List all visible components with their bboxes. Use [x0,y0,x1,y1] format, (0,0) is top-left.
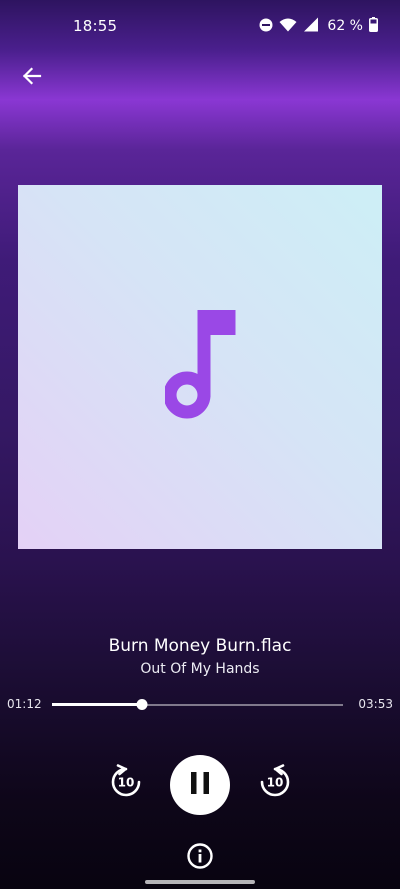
wifi-icon [279,17,297,36]
forward-10-button[interactable]: 10 [253,762,297,806]
rewind-10-button[interactable]: 10 [104,762,148,806]
battery-icon [369,16,378,36]
info-button[interactable] [185,843,215,873]
do-not-disturb-icon [259,17,273,36]
back-button[interactable] [16,62,48,94]
music-note-icon [157,309,243,426]
pause-button[interactable] [170,755,230,815]
rewind-seconds-label: 10 [118,776,135,790]
info-icon [186,842,214,874]
home-indicator [145,880,255,884]
replay-10-icon: 10 [106,762,146,806]
arrow-back-icon [22,66,42,90]
status-time: 18:55 [73,17,118,35]
pause-icon [189,771,211,799]
seek-thumb[interactable] [136,699,148,710]
song-artist: Out Of My Hands [140,661,260,677]
status-icons: 62 % [259,16,378,36]
status-bar: 18:55 62 % [0,0,400,52]
total-time: 03:53 [358,697,393,711]
seek-progress-fill [52,703,142,706]
elapsed-time: 01:12 [7,697,42,711]
seek-bar[interactable] [52,696,343,714]
song-title: Burn Money Burn.flac [108,636,292,656]
forward-10-icon: 10 [255,762,295,806]
cellular-signal-icon [303,17,319,36]
album-art [18,185,382,549]
forward-seconds-label: 10 [267,776,284,790]
battery-percent: 62 % [327,18,363,34]
